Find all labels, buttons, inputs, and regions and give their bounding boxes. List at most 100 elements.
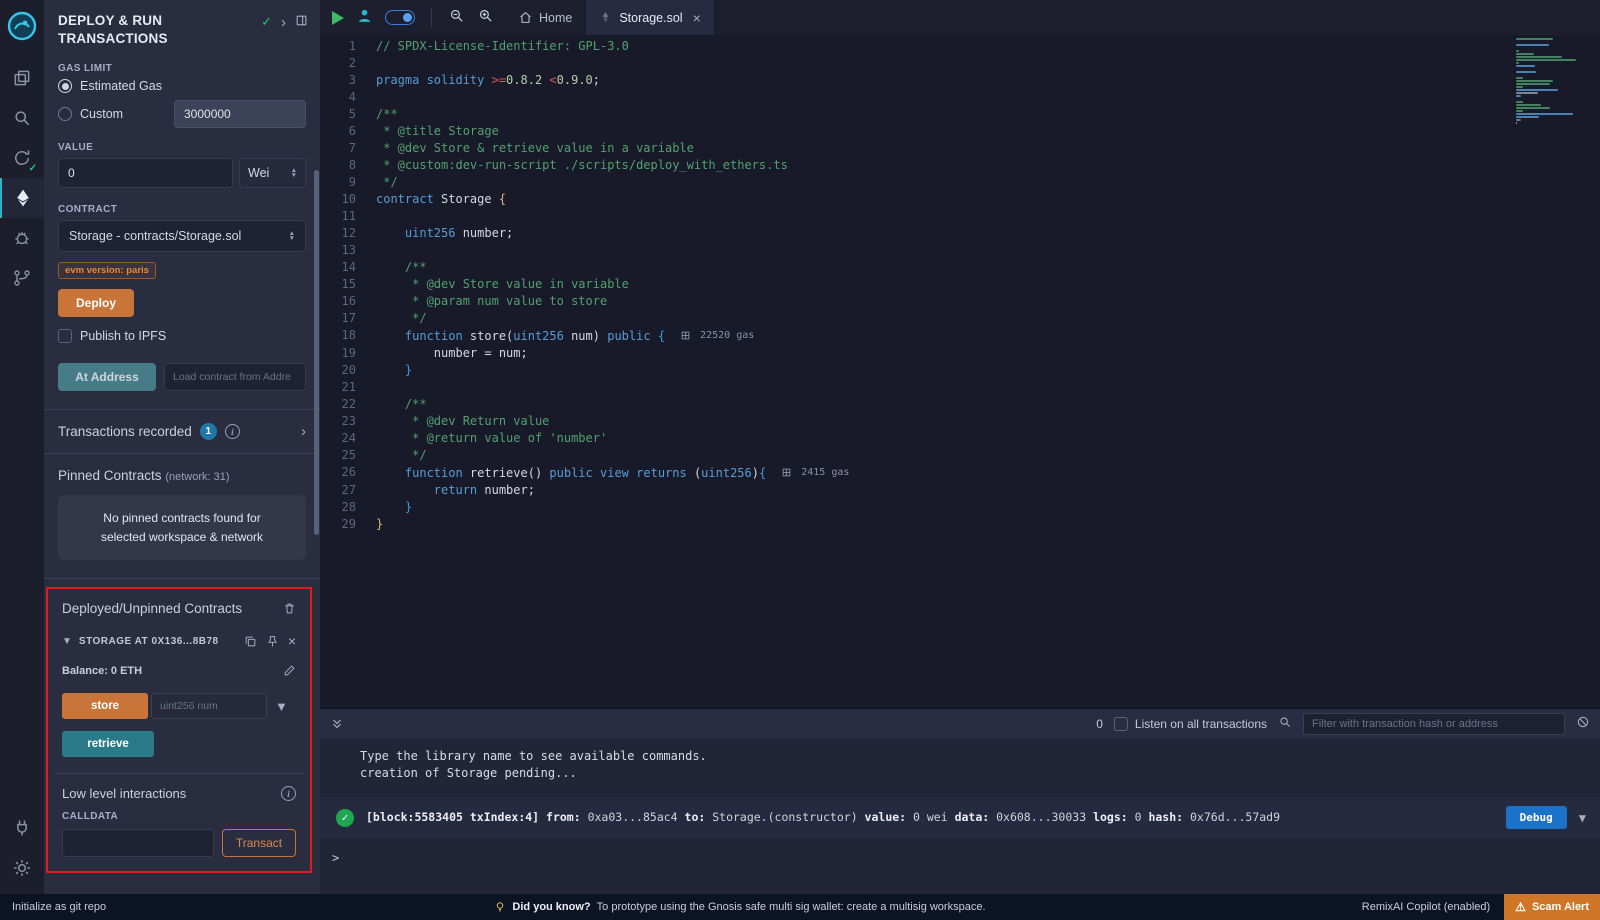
code-line[interactable]: 11: [320, 208, 1600, 225]
solidity-compiler-icon[interactable]: ✓: [0, 138, 44, 178]
scam-alert-button[interactable]: ⚠ Scam Alert: [1504, 894, 1600, 920]
code-line[interactable]: 25 */: [320, 447, 1600, 464]
panel-pin-icon[interactable]: [295, 14, 308, 27]
code-line[interactable]: 15 * @dev Store value in variable: [320, 276, 1600, 293]
retrieve-function-button[interactable]: retrieve: [62, 731, 154, 757]
run-script-play-icon[interactable]: [332, 11, 344, 25]
debug-button[interactable]: Debug: [1506, 806, 1567, 829]
value-unit-select[interactable]: Wei ▲▼: [239, 158, 306, 188]
code-line[interactable]: 14 /**: [320, 259, 1600, 276]
code-line[interactable]: 24 * @return value of 'number': [320, 430, 1600, 447]
code-line[interactable]: 1// SPDX-License-Identifier: GPL-3.0: [320, 38, 1600, 55]
tab-storage-sol[interactable]: Storage.sol ×: [586, 0, 714, 35]
tx-log-text: [block:5583405 txIndex:4] from: 0xa03...…: [366, 809, 1494, 825]
transact-button[interactable]: Transact: [222, 829, 296, 857]
close-icon[interactable]: ×: [288, 634, 296, 648]
git-init-status[interactable]: Initialize as git repo: [0, 901, 118, 913]
value-input[interactable]: [58, 158, 233, 188]
deploy-run-icon[interactable]: [0, 178, 44, 218]
code-line[interactable]: 2: [320, 55, 1600, 72]
store-function-button[interactable]: store: [62, 693, 148, 719]
panel-scrollbar[interactable]: [314, 170, 319, 535]
contract-label: CONTRACT: [58, 204, 306, 215]
code-line[interactable]: 23 * @dev Return value: [320, 413, 1600, 430]
at-address-button[interactable]: At Address: [58, 363, 156, 391]
transactions-recorded-row[interactable]: Transactions recorded 1 i ›: [44, 410, 320, 453]
store-argument-input[interactable]: [151, 693, 267, 719]
code-line[interactable]: 13: [320, 242, 1600, 259]
terminal-output[interactable]: Type the library name to see available c…: [320, 739, 1600, 894]
code-editor[interactable]: 1// SPDX-License-Identifier: GPL-3.023pr…: [320, 35, 1600, 708]
chevron-down-icon[interactable]: ▼: [62, 636, 72, 647]
code-line[interactable]: 22 /**: [320, 396, 1600, 413]
at-address-input[interactable]: [164, 363, 306, 391]
value-label: VALUE: [58, 142, 306, 153]
code-line[interactable]: 26 function retrieve() public view retur…: [320, 464, 1600, 482]
code-line[interactable]: 8 * @custom:dev-run-script ./scripts/dep…: [320, 157, 1600, 174]
code-line[interactable]: 10contract Storage {: [320, 191, 1600, 208]
close-tab-icon[interactable]: ×: [693, 10, 701, 26]
pin-icon[interactable]: [266, 635, 279, 648]
expand-terminal-icon[interactable]: [330, 717, 344, 731]
transactions-count-badge: 1: [200, 423, 217, 440]
settings-gear-icon[interactable]: [0, 848, 44, 888]
clear-console-icon[interactable]: [1576, 715, 1590, 734]
info-icon[interactable]: i: [281, 786, 296, 801]
code-line[interactable]: 4: [320, 89, 1600, 106]
status-bar: Initialize as git repo Did you know? To …: [0, 894, 1600, 920]
code-line[interactable]: 21: [320, 379, 1600, 396]
remix-logo-icon[interactable]: [6, 10, 38, 42]
code-line[interactable]: 29}: [320, 516, 1600, 533]
listen-all-transactions-checkbox[interactable]: Listen on all transactions: [1114, 717, 1267, 731]
info-icon[interactable]: i: [225, 424, 240, 439]
tab-file-label: Storage.sol: [619, 11, 682, 25]
terminal-prompt[interactable]: >: [332, 851, 1600, 865]
plugin-manager-icon[interactable]: [0, 808, 44, 848]
code-line[interactable]: 6 * @title Storage: [320, 123, 1600, 140]
compile-success-check-icon: ✓: [29, 163, 37, 174]
expand-tx-chevron-icon[interactable]: ▼: [1579, 811, 1586, 825]
code-line[interactable]: 18 function store(uint256 num) public { …: [320, 327, 1600, 345]
code-line[interactable]: 16 * @param num value to store: [320, 293, 1600, 310]
code-line[interactable]: 5/**: [320, 106, 1600, 123]
file-explorer-icon[interactable]: [0, 58, 44, 98]
debugger-icon[interactable]: [0, 218, 44, 258]
trash-icon[interactable]: [283, 602, 296, 615]
code-line[interactable]: 7 * @dev Store & retrieve value in a var…: [320, 140, 1600, 157]
warning-icon: ⚠: [1515, 900, 1526, 914]
code-line[interactable]: 12 uint256 number;: [320, 225, 1600, 242]
custom-gas-input[interactable]: [174, 100, 306, 128]
remixai-assistant-icon[interactable]: [356, 7, 373, 29]
pinned-network-label: (network: 31): [165, 471, 229, 483]
zoom-out-icon[interactable]: [448, 7, 465, 29]
zoom-in-icon[interactable]: [477, 7, 494, 29]
calldata-input[interactable]: [62, 829, 214, 857]
search-icon[interactable]: [0, 98, 44, 138]
publish-ipfs-checkbox[interactable]: Publish to IPFS: [58, 329, 306, 343]
git-icon[interactable]: [0, 258, 44, 298]
tab-home[interactable]: Home: [506, 0, 586, 35]
copilot-toggle[interactable]: [385, 10, 415, 25]
expand-args-chevron-icon[interactable]: ▼: [275, 699, 288, 714]
code-line[interactable]: 27 return number;: [320, 482, 1600, 499]
code-line[interactable]: 20 }: [320, 362, 1600, 379]
copy-icon[interactable]: [244, 635, 257, 648]
code-line[interactable]: 3pragma solidity >=0.8.2 <0.9.0;: [320, 72, 1600, 89]
copilot-status[interactable]: RemixAI Copilot (enabled): [1362, 901, 1490, 913]
code-line[interactable]: 28 }: [320, 499, 1600, 516]
deploy-run-panel: DEPLOY & RUN TRANSACTIONS ✓ › GAS LIMIT …: [44, 0, 320, 894]
transaction-log-row[interactable]: ✓ [block:5583405 txIndex:4] from: 0xa03.…: [320, 797, 1600, 838]
custom-gas-radio[interactable]: Custom: [58, 107, 123, 121]
estimated-gas-radio[interactable]: Estimated Gas: [58, 79, 306, 93]
minimap[interactable]: [1516, 38, 1588, 125]
code-area: 1// SPDX-License-Identifier: GPL-3.023pr…: [320, 38, 1600, 533]
contract-select[interactable]: Storage - contracts/Storage.sol ▲▼: [58, 220, 306, 252]
edit-icon[interactable]: [283, 664, 296, 677]
code-line[interactable]: 17 */: [320, 310, 1600, 327]
code-line[interactable]: 19 number = num;: [320, 345, 1600, 362]
panel-chevron-icon[interactable]: ›: [281, 14, 286, 31]
deploy-button[interactable]: Deploy: [58, 289, 134, 317]
scam-alert-label: Scam Alert: [1532, 901, 1589, 913]
code-line[interactable]: 9 */: [320, 174, 1600, 191]
transaction-filter-input[interactable]: [1303, 713, 1565, 735]
